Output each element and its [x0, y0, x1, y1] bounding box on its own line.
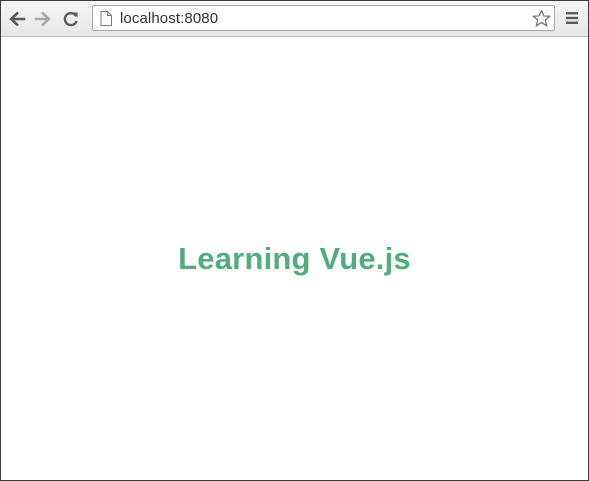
browser-toolbar: localhost:8080 — [1, 1, 588, 37]
bookmark-star-icon[interactable] — [531, 8, 551, 28]
page-heading: Learning Vue.js — [178, 240, 411, 276]
browser-window: localhost:8080 Learning Vue.js — [0, 0, 589, 481]
url-text: localhost:8080 — [120, 10, 218, 27]
forward-arrow-icon — [34, 11, 51, 27]
forward-button[interactable] — [32, 8, 54, 30]
url-port: :8080 — [180, 9, 219, 27]
page-icon — [99, 10, 113, 26]
reload-button[interactable] — [60, 8, 82, 30]
back-button[interactable] — [6, 8, 28, 30]
back-arrow-icon — [9, 11, 26, 27]
page-content: Learning Vue.js — [1, 37, 588, 479]
menu-icon[interactable] — [564, 10, 580, 26]
address-bar[interactable]: localhost:8080 — [92, 5, 555, 31]
reload-icon — [63, 11, 78, 27]
url-host: localhost — [120, 9, 181, 27]
